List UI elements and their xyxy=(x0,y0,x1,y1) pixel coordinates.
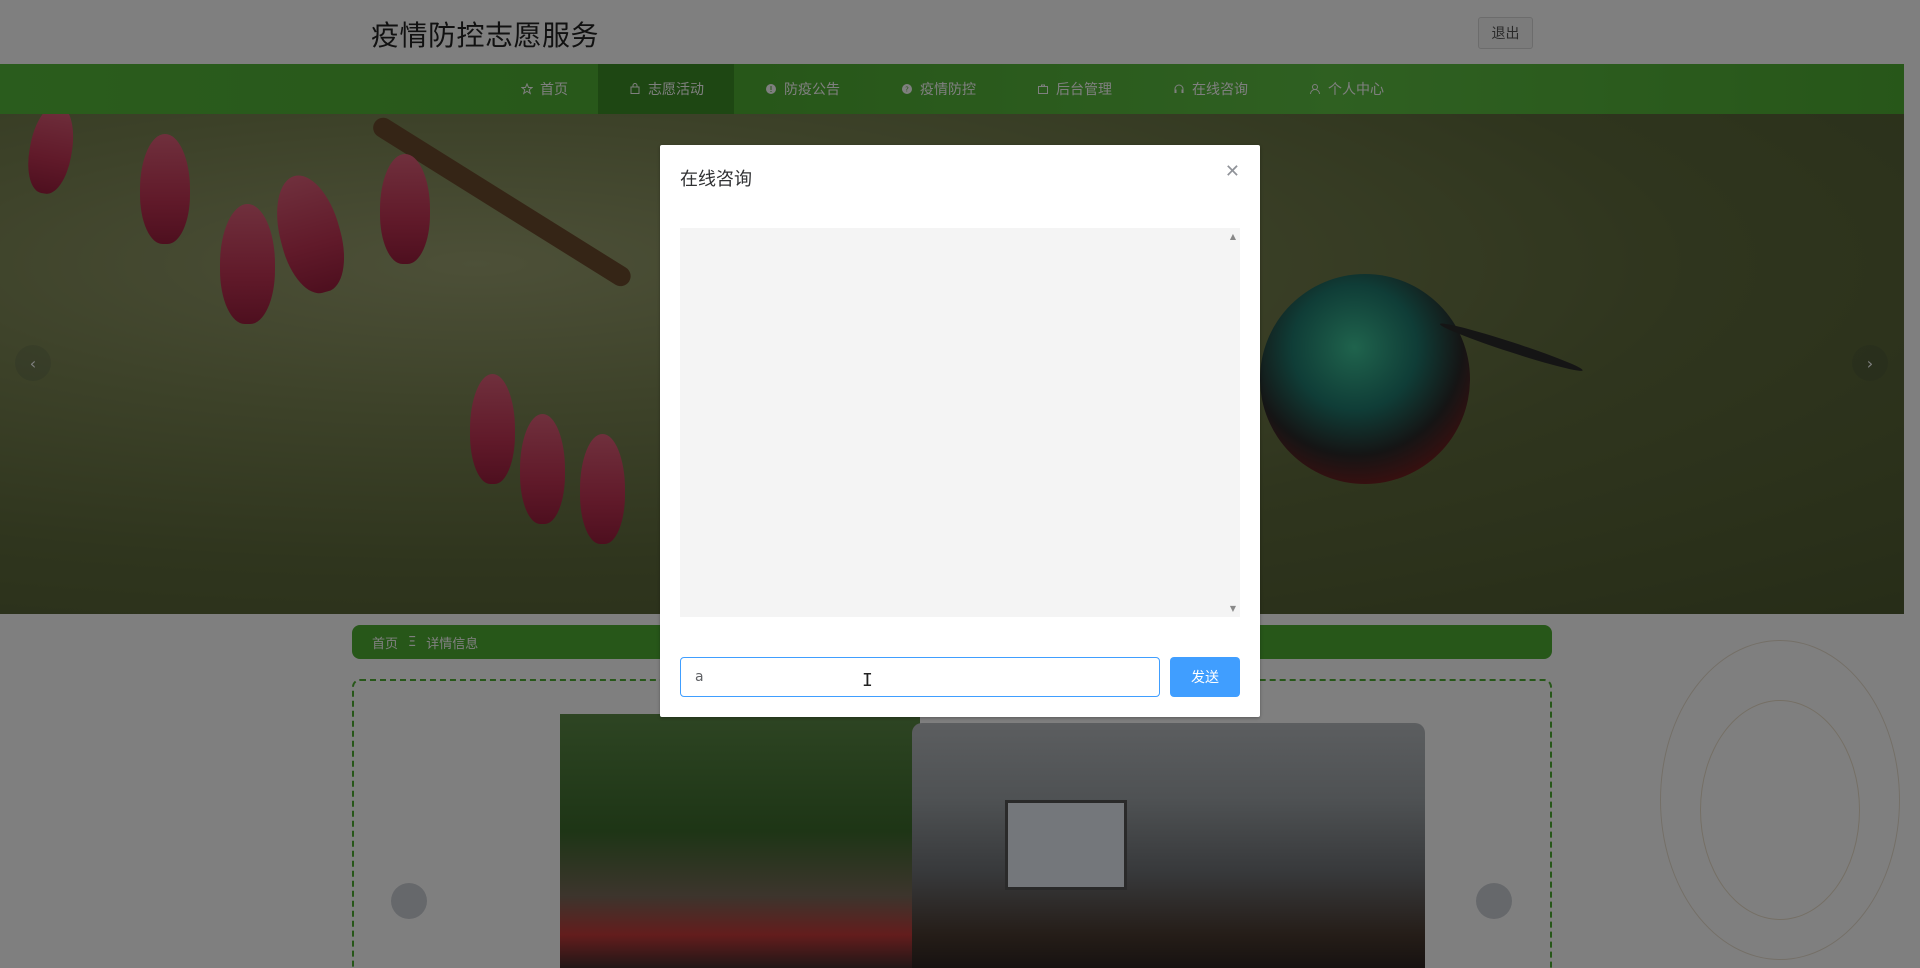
close-icon[interactable]: ✕ xyxy=(1225,163,1240,181)
chat-input[interactable] xyxy=(680,657,1160,697)
chat-message-area[interactable]: ▲ ▼ xyxy=(680,228,1240,617)
scroll-down-icon[interactable]: ▼ xyxy=(1230,604,1236,613)
text-cursor-icon: I xyxy=(862,670,873,691)
scroll-up-icon[interactable]: ▲ xyxy=(1230,232,1236,241)
online-consult-dialog: 在线咨询 ✕ ▲ ▼ 发送 xyxy=(660,145,1260,717)
dialog-title: 在线咨询 xyxy=(680,169,752,190)
send-button[interactable]: 发送 xyxy=(1170,657,1240,697)
